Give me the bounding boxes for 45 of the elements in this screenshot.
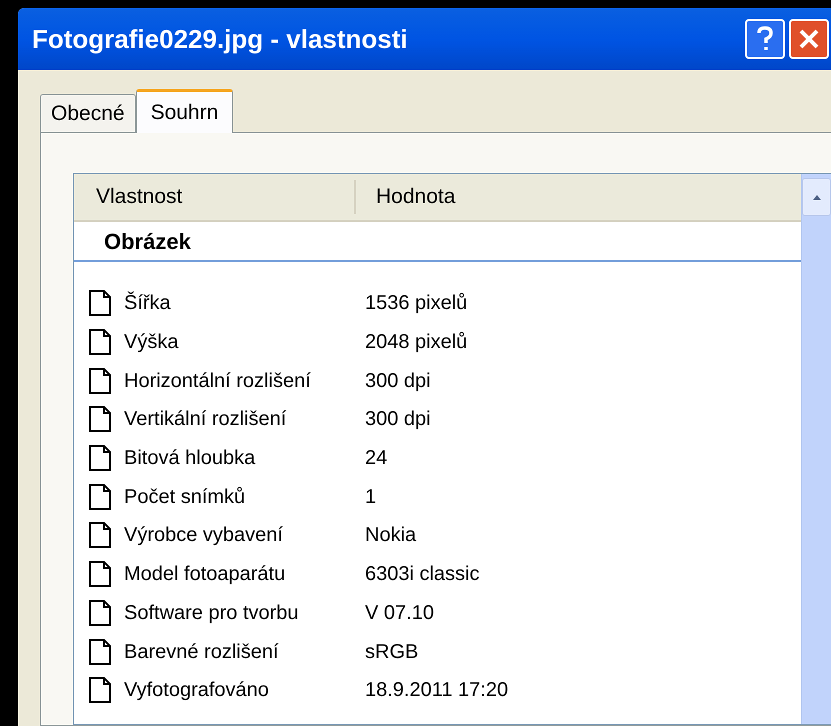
document-icon (88, 522, 112, 548)
document-icon (88, 638, 112, 665)
document-icon (88, 561, 112, 588)
property-name: Bitová hloubka (123, 446, 256, 472)
document-icon (88, 600, 112, 626)
property-value: 6303i classic (364, 562, 480, 588)
close-icon (798, 28, 820, 50)
close-button[interactable] (789, 19, 829, 59)
property-value: Nokia (364, 523, 416, 548)
arrow-up-icon (812, 193, 822, 201)
property-name: Software pro tvorbu (123, 600, 300, 626)
scrollbar[interactable] (801, 174, 831, 724)
property-value: 24 (364, 446, 388, 472)
property-value: 18.9.2011 17:20 (364, 678, 508, 704)
help-icon (756, 26, 774, 52)
help-button[interactable] (745, 19, 785, 59)
property-value: sRGB (364, 640, 418, 665)
group-header: Obrázek (104, 228, 191, 256)
property-name: Výrobce vybavení (123, 523, 284, 548)
property-name: Počet snímků (123, 484, 246, 510)
document-icon (88, 484, 112, 510)
property-name: Horizontální rozlišení (123, 368, 312, 394)
property-name: Výška (123, 330, 180, 356)
property-value: 300 dpi (364, 407, 431, 432)
property-name: Vertikální rozlišení (123, 407, 288, 432)
document-icon (88, 329, 112, 356)
document-icon (88, 368, 112, 394)
document-icon (88, 445, 112, 472)
property-value: 1 (364, 484, 376, 510)
column-header[interactable]: Hodnota (356, 174, 801, 220)
window-title: Fotografie0229.jpg - vlastnosti (32, 22, 409, 56)
property-value: 300 dpi (364, 368, 431, 394)
property-value: 1536 pixelů (364, 291, 468, 316)
property-name: Šířka (123, 290, 172, 316)
property-value: V 07.10 (364, 600, 434, 626)
property-name: Barevné rozlišení (123, 640, 280, 665)
property-name: Vyfotografováno (123, 678, 270, 704)
property-value: 2048 pixelů (364, 330, 468, 356)
column-header[interactable]: Vlastnost (74, 180, 356, 214)
document-icon (88, 406, 112, 432)
document-icon (88, 290, 112, 316)
tab[interactable]: Souhrn (136, 89, 234, 133)
document-icon (88, 677, 112, 704)
tab[interactable]: Obecné (40, 94, 136, 132)
property-name: Model fotoaparátu (123, 562, 286, 588)
